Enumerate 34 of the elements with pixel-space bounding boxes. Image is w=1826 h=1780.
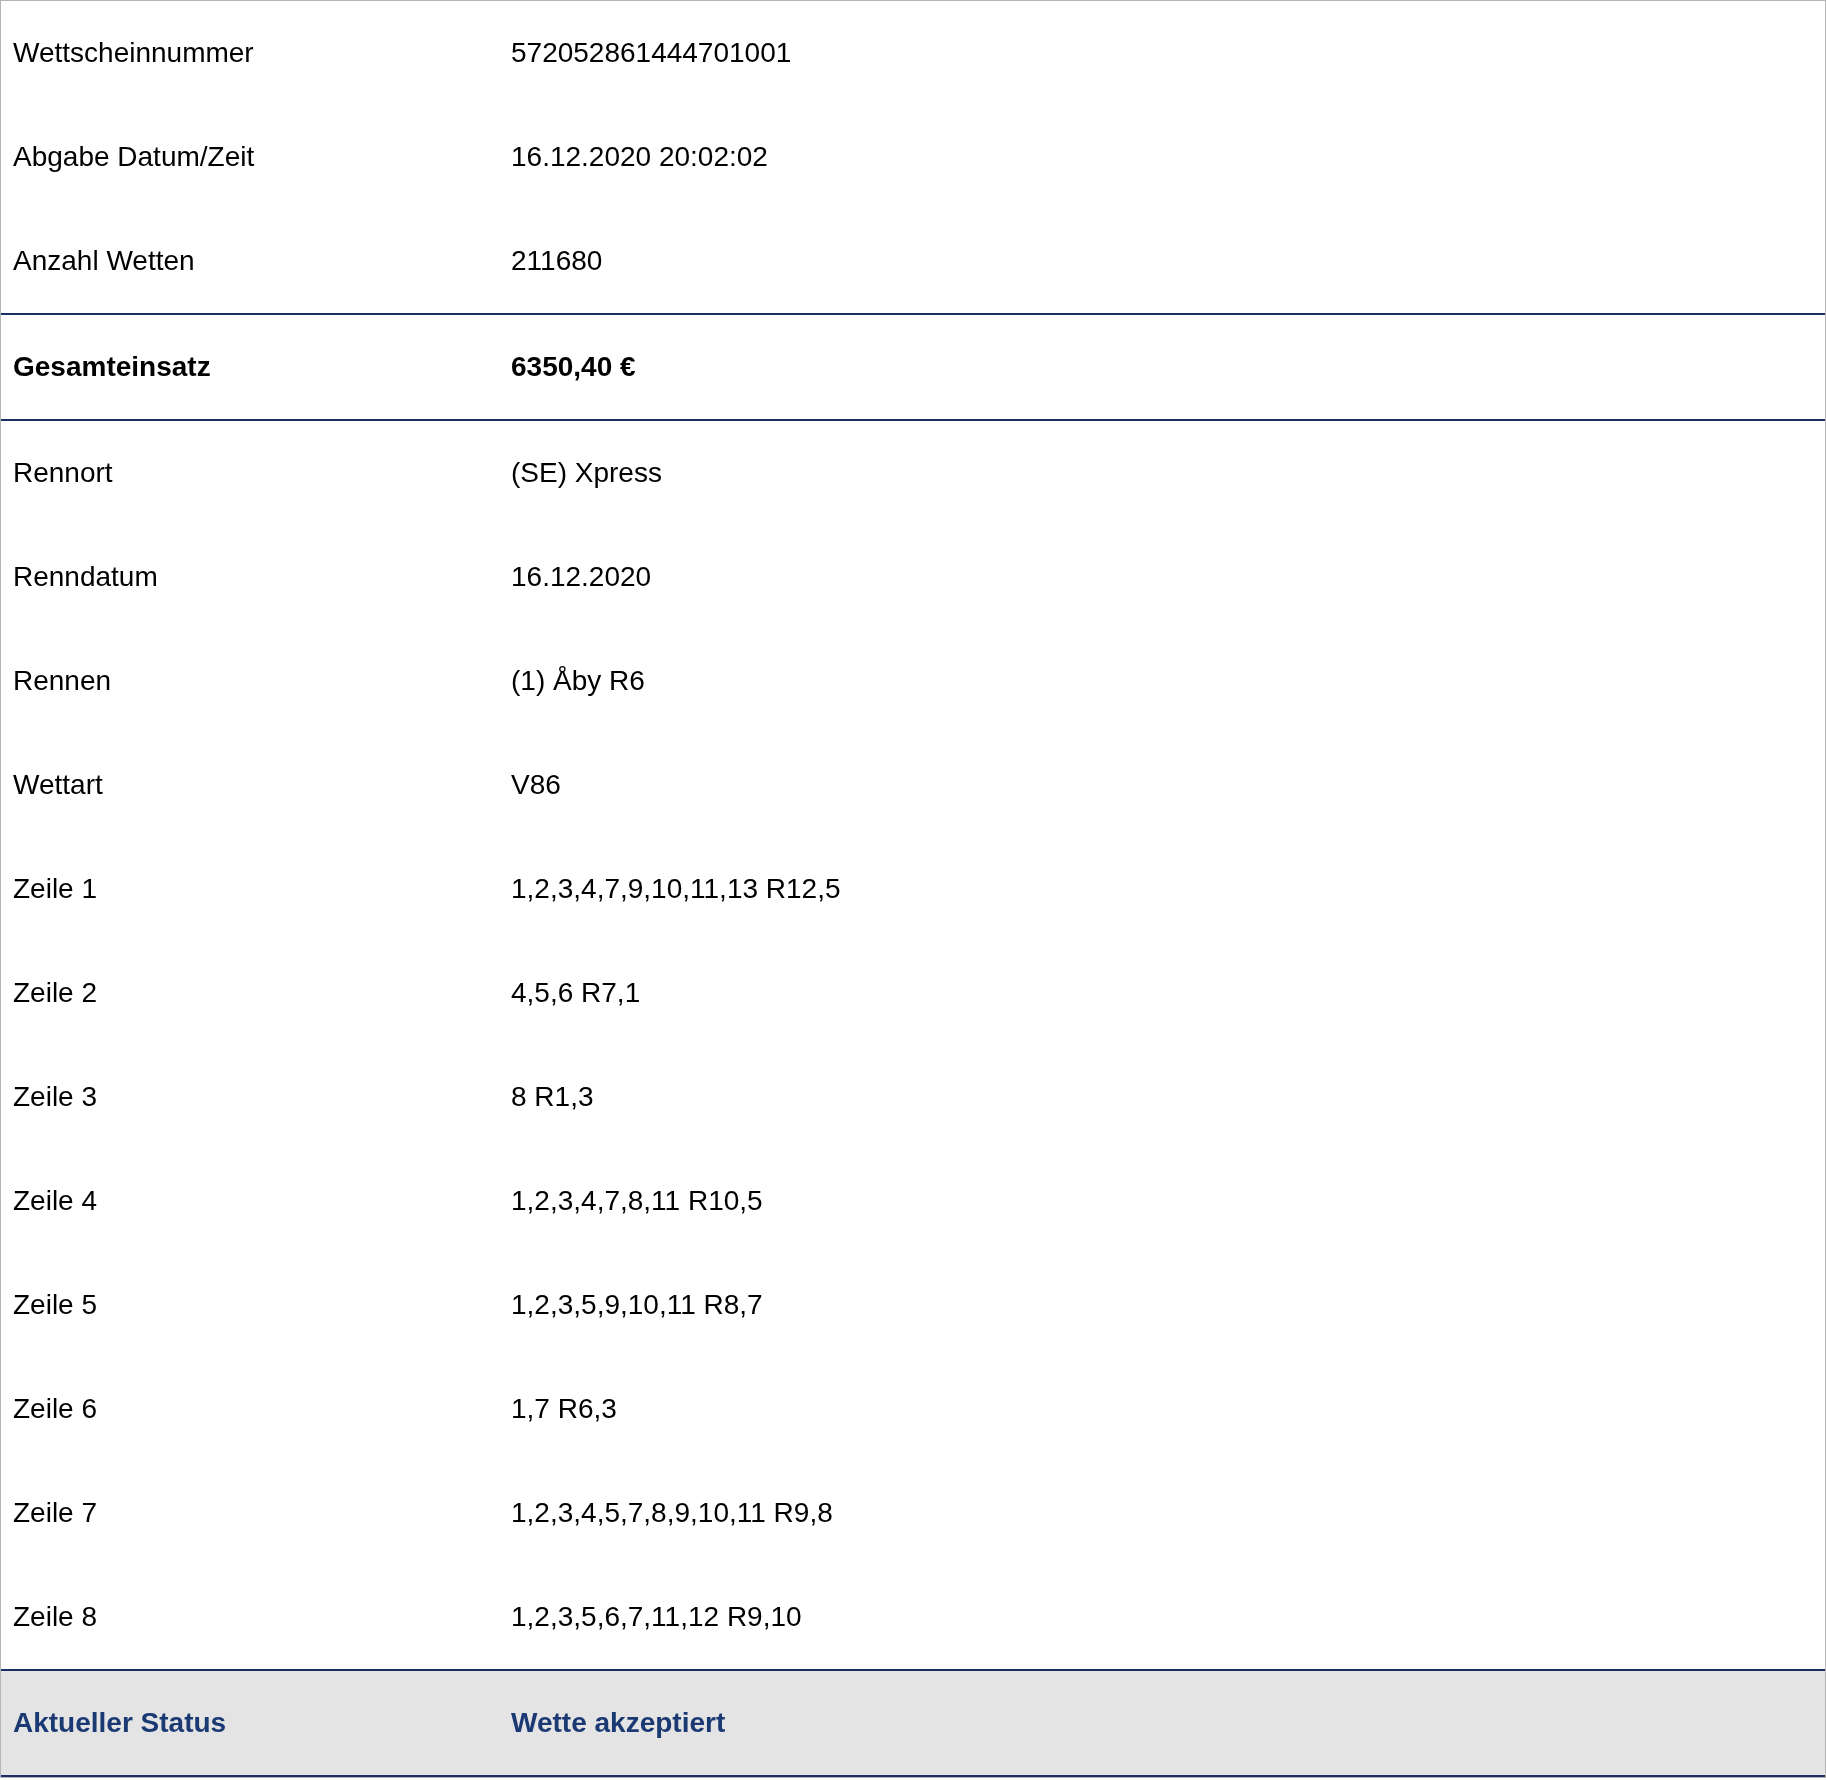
field-value: 1,7 R6,3	[511, 1393, 617, 1425]
field-label: Renndatum	[13, 561, 158, 593]
field-value: 211680	[511, 245, 603, 277]
field-label: Wettart	[13, 769, 103, 801]
field-label: Zeile 1	[13, 873, 98, 905]
field-value: 16.12.2020 20:02:02	[511, 141, 768, 173]
field-value: V86	[511, 769, 561, 801]
field-value: 4,5,6 R7,1	[511, 977, 641, 1009]
field-label: Zeile 5	[13, 1289, 98, 1321]
field-label: Zeile 7	[13, 1497, 98, 1529]
field-label: Wettscheinnummer	[13, 37, 254, 69]
field-value: 1,2,3,4,7,8,11 R10,5	[511, 1185, 763, 1217]
field-value: (SE) Xpress	[511, 457, 662, 489]
field-value: 1,2,3,4,7,9,10,11,13 R12,5	[511, 873, 841, 905]
field-value: (1) Åby R6	[511, 665, 645, 697]
field-value: 1,2,3,4,5,7,8,9,10,11 R9,8	[511, 1497, 833, 1529]
field-label: Gesamteinsatz	[13, 351, 211, 383]
field-value: 1,2,3,5,6,7,11,12 R9,10	[511, 1601, 802, 1633]
field-label: Anzahl Wetten	[13, 245, 195, 277]
field-value: Wette akzeptiert	[511, 1707, 726, 1739]
field-label: Zeile 2	[13, 977, 98, 1009]
field-label: Rennen	[13, 665, 112, 697]
field-value: 1,2,3,5,9,10,11 R8,7	[511, 1289, 763, 1321]
field-label: Abgabe Datum/Zeit	[13, 141, 255, 173]
field-label: Zeile 6	[13, 1393, 98, 1425]
field-label: Aktueller Status	[13, 1707, 227, 1739]
field-label: Zeile 4	[13, 1185, 98, 1217]
field-label: Zeile 8	[13, 1601, 98, 1633]
field-value: 8 R1,3	[511, 1081, 594, 1113]
field-label: Rennort	[13, 457, 113, 489]
field-value: 6350,40 €	[511, 351, 636, 383]
field-label: Zeile 3	[13, 1081, 98, 1113]
field-value: 16.12.2020	[511, 561, 652, 593]
field-value: 572052861444701001	[511, 37, 792, 69]
